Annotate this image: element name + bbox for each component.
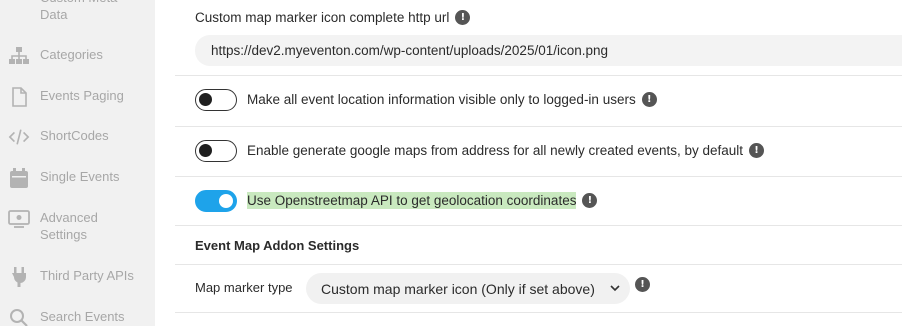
toggle-knob (199, 144, 212, 157)
search-icon (8, 308, 30, 326)
info-icon[interactable]: ! (641, 92, 657, 107)
sidebar-item-shortcodes[interactable]: ShortCodes (8, 127, 109, 147)
toggle-row-generate-google-maps: Enable generate google maps from address… (175, 127, 902, 177)
sidebar-item-custom-meta-data[interactable]: Custom Meta Data (8, 0, 130, 23)
marker-type-select[interactable]: Custom map marker icon (Only if set abov… (306, 273, 630, 304)
generate-google-maps-toggle[interactable] (195, 140, 237, 162)
location-visibility-toggle[interactable] (195, 89, 237, 111)
marker-url-label-group: Custom map marker icon complete http url… (195, 10, 471, 25)
calendar-icon (8, 168, 30, 188)
location-visibility-label: Make all event location information visi… (247, 92, 636, 107)
sidebar-item-label: Third Party APIs (40, 268, 134, 283)
marker-url-row: Custom map marker icon complete http url… (175, 0, 902, 76)
sidebar-item-label: Advanced Settings (40, 210, 98, 242)
toggle-label-group: Make all event location information visi… (247, 92, 657, 107)
toggle-knob (219, 194, 233, 208)
toggle-label-group: Use Openstreetmap API to get geolocation… (247, 192, 598, 209)
marker-url-input[interactable] (195, 35, 902, 66)
info-icon[interactable]: ! (455, 10, 471, 25)
sidebar-item-categories[interactable]: Categories (8, 46, 103, 66)
custom-meta-icon (8, 0, 30, 9)
info-icon[interactable]: ! (749, 143, 765, 158)
code-icon (8, 127, 30, 147)
section-title: Event Map Addon Settings (195, 238, 360, 253)
sitemap-icon (8, 46, 30, 66)
info-icon[interactable]: ! (635, 277, 650, 292)
sidebar-item-advanced-settings[interactable]: Advanced Settings (8, 209, 110, 243)
generate-google-maps-label: Enable generate google maps from address… (247, 143, 744, 158)
settings-sidebar: Custom Meta Data Categories Events Pagin… (0, 0, 155, 326)
sidebar-item-third-party-apis[interactable]: Third Party APIs (8, 267, 134, 287)
openstreetmap-toggle[interactable] (195, 190, 237, 212)
toggle-label-group: Enable generate google maps from address… (247, 143, 765, 158)
marker-type-label: Map marker type (195, 280, 293, 295)
file-icon (8, 87, 30, 107)
marker-url-label: Custom map marker icon complete http url (195, 10, 450, 25)
sidebar-item-events-paging[interactable]: Events Paging (8, 87, 124, 107)
sidebar-item-label: Single Events (40, 169, 120, 184)
settings-panel: Custom map marker icon complete http url… (175, 0, 902, 326)
plug-icon (8, 267, 30, 287)
toggle-knob (199, 93, 212, 106)
marker-type-selected: Custom map marker icon (Only if set abov… (321, 280, 595, 297)
sidebar-item-label: ShortCodes (40, 128, 109, 143)
toggle-row-location-visibility: Make all event location information visi… (175, 76, 902, 127)
sidebar-item-label: Events Paging (40, 88, 124, 103)
info-icon[interactable]: ! (582, 193, 598, 208)
chevron-down-icon (608, 281, 622, 298)
sidebar-item-label: Search Events (40, 309, 125, 324)
monitor-icon (8, 209, 30, 229)
sidebar-item-single-events[interactable]: Single Events (8, 168, 120, 188)
sidebar-item-search-events[interactable]: Search Events (8, 308, 125, 326)
sidebar-item-label: Categories (40, 47, 103, 62)
sidebar-item-label: Custom Meta Data (40, 0, 117, 22)
openstreetmap-label: Use Openstreetmap API to get geolocation… (247, 192, 577, 209)
toggle-row-openstreetmap: Use Openstreetmap API to get geolocation… (175, 177, 902, 226)
